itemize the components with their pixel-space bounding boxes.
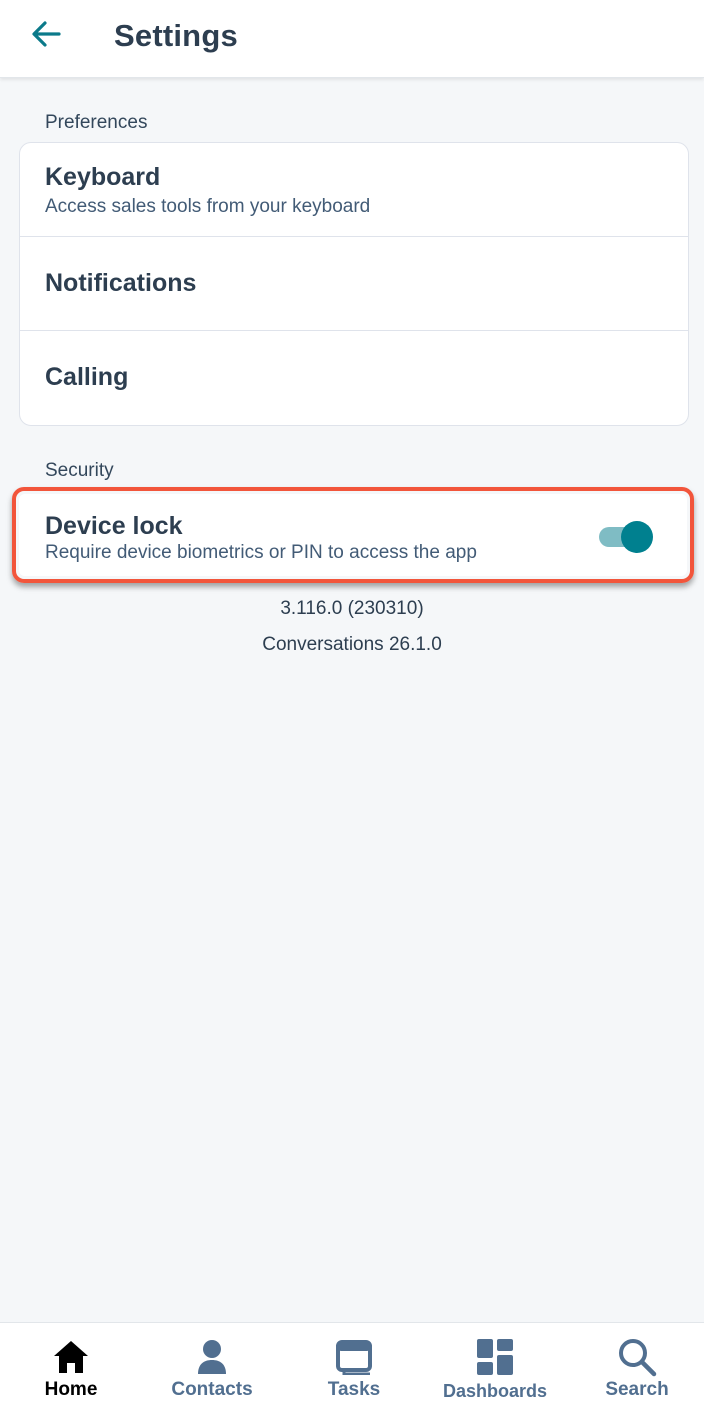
- row-title: Notifications: [45, 269, 197, 297]
- section-label-preferences: Preferences: [45, 112, 148, 133]
- back-button[interactable]: [20, 12, 72, 56]
- settings-row-calling[interactable]: Calling: [20, 331, 688, 425]
- nav-label: Contacts: [171, 1379, 253, 1400]
- nav-item-home[interactable]: Home: [22, 1323, 120, 1424]
- row-title: Calling: [45, 363, 129, 391]
- nav-label: Search: [605, 1379, 669, 1400]
- settings-row-keyboard[interactable]: Keyboard Access sales tools from your ke…: [20, 143, 688, 237]
- conversations-version: Conversations 26.1.0: [262, 634, 442, 655]
- dashboards-icon: [473, 1335, 517, 1379]
- arrow-left-icon: [32, 21, 61, 47]
- row-subtitle: Access sales tools from your keyboard: [45, 196, 371, 217]
- settings-row-device-lock[interactable]: Device lock Require device biometrics or…: [19, 494, 687, 576]
- contacts-icon: [190, 1335, 234, 1379]
- preferences-card: Keyboard Access sales tools from your ke…: [19, 142, 689, 426]
- toggle-thumb: [621, 521, 653, 553]
- device-lock-toggle[interactable]: [599, 520, 655, 553]
- nav-item-dashboards[interactable]: Dashboards: [440, 1323, 550, 1424]
- row-title: Device lock: [45, 512, 183, 540]
- search-icon: [615, 1335, 659, 1379]
- nav-label: Home: [44, 1379, 98, 1400]
- nav-item-tasks[interactable]: Tasks: [305, 1323, 403, 1424]
- section-label-security: Security: [45, 460, 114, 481]
- settings-row-notifications[interactable]: Notifications: [20, 237, 688, 331]
- row-subtitle: Require device biometrics or PIN to acce…: [45, 542, 477, 563]
- app-bar: Settings: [0, 0, 704, 78]
- bottom-nav: Home Contacts Tasks Dashboards Search: [0, 1322, 704, 1424]
- app-version: 3.116.0 (230310): [280, 598, 424, 619]
- page-title: Settings: [114, 18, 238, 53]
- row-title: Keyboard: [45, 163, 161, 191]
- nav-label: Dashboards: [442, 1381, 548, 1401]
- nav-item-contacts[interactable]: Contacts: [162, 1323, 262, 1424]
- nav-item-search[interactable]: Search: [592, 1323, 682, 1424]
- home-icon: [49, 1335, 93, 1379]
- tasks-icon: [332, 1335, 376, 1379]
- nav-label: Tasks: [327, 1379, 381, 1400]
